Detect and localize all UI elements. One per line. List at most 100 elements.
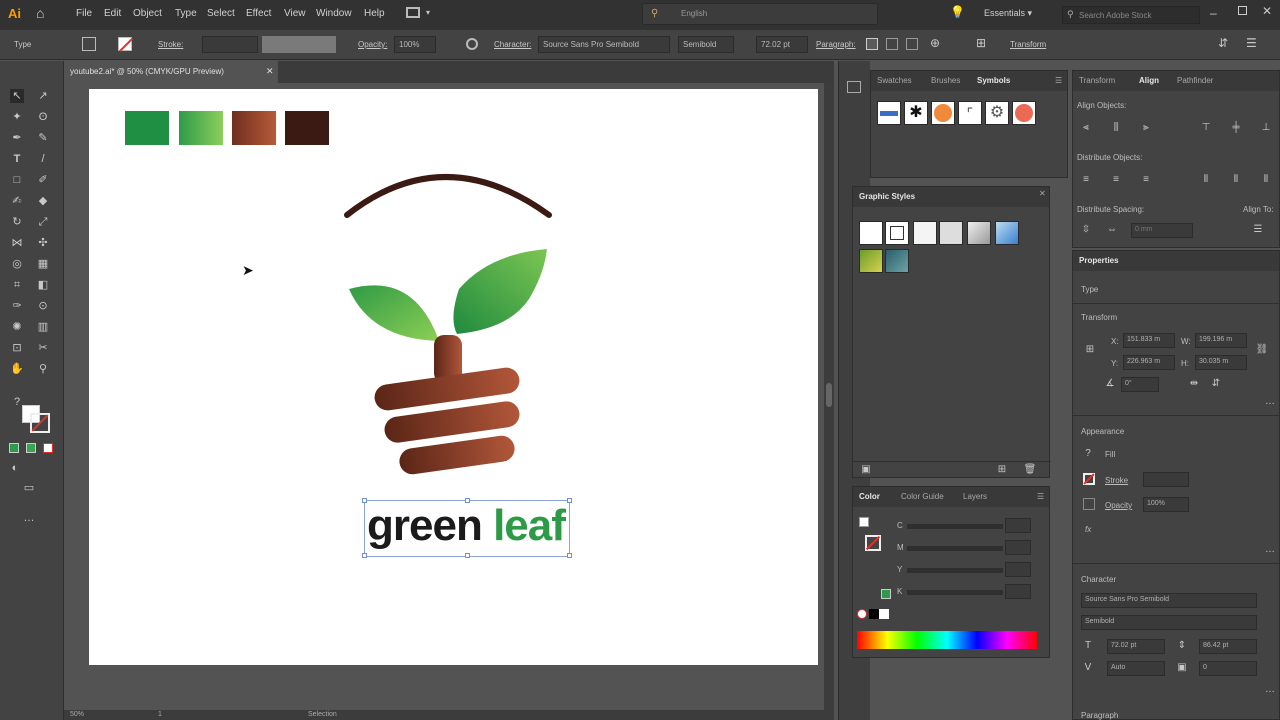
color-spectrum[interactable] bbox=[857, 631, 1037, 649]
blend-tool-icon[interactable]: ⊙ bbox=[36, 299, 50, 313]
selection-handle[interactable] bbox=[362, 553, 367, 558]
x-position-field[interactable]: 151.833 m bbox=[1123, 333, 1175, 348]
align-right-icon[interactable] bbox=[906, 38, 918, 50]
properties-font-size-field[interactable]: 72.02 pt bbox=[1107, 639, 1165, 654]
flip-vertical-icon[interactable]: ⇵ bbox=[1209, 377, 1223, 391]
distribute-top-icon[interactable]: ≡ bbox=[1079, 173, 1093, 187]
symbol-red-circle[interactable] bbox=[1012, 101, 1036, 125]
toolbar-stroke-swatch[interactable] bbox=[30, 413, 50, 433]
menu-type[interactable]: Type bbox=[175, 8, 197, 19]
menu-object[interactable]: Object bbox=[133, 8, 162, 19]
channel-k-field[interactable] bbox=[1005, 584, 1031, 599]
document-tab[interactable]: youtube2.ai* @ 50% (CMYK/GPU Preview) ✕ bbox=[64, 61, 278, 83]
more-tools-icon[interactable]: … bbox=[22, 511, 36, 525]
align-bottom-edge-icon[interactable]: ⊥ bbox=[1259, 121, 1273, 135]
maximize-icon[interactable] bbox=[1238, 6, 1247, 15]
align-horizontal-center-icon[interactable]: ⫼ bbox=[1109, 121, 1123, 135]
rotate-tool-icon[interactable]: ↻ bbox=[10, 215, 24, 229]
properties-stroke-swatch[interactable] bbox=[1083, 473, 1095, 485]
channel-y-field[interactable] bbox=[1005, 562, 1031, 577]
opacity-label[interactable]: Opacity bbox=[1105, 501, 1132, 510]
properties-stroke-field[interactable] bbox=[1143, 472, 1189, 487]
graphic-style-white[interactable] bbox=[913, 221, 937, 245]
align-to-icon[interactable]: ⊞ bbox=[976, 36, 986, 50]
properties-font-family-select[interactable]: Source Sans Pro Semibold bbox=[1081, 593, 1257, 608]
stroke-label[interactable]: Stroke bbox=[1105, 476, 1128, 485]
more-options-icon[interactable]: … bbox=[1263, 543, 1277, 557]
mesh-tool-icon[interactable]: ⌗ bbox=[10, 278, 24, 292]
type-tool-icon[interactable]: T bbox=[10, 152, 24, 166]
scale-tool-icon[interactable]: ⤢ bbox=[36, 215, 50, 229]
channel-k-slider[interactable] bbox=[907, 590, 1003, 595]
menu-view[interactable]: View bbox=[284, 8, 306, 19]
artboard-swatch-green-gradient[interactable] bbox=[179, 111, 223, 145]
tab-transform[interactable]: Transform bbox=[1079, 76, 1115, 85]
globe-icon[interactable]: ⊕ bbox=[930, 36, 940, 50]
distribute-vertical-center-icon[interactable]: ≡ bbox=[1109, 173, 1123, 187]
effects-label[interactable]: fx bbox=[1085, 525, 1091, 534]
channel-m-field[interactable] bbox=[1005, 540, 1031, 555]
stroke-swatch[interactable] bbox=[118, 37, 134, 53]
selection-handle[interactable] bbox=[465, 553, 470, 558]
graphic-style-gray[interactable] bbox=[967, 221, 991, 245]
symbol-orange-circle[interactable] bbox=[931, 101, 955, 125]
screen-mode-icon[interactable]: ▭ bbox=[22, 481, 36, 495]
align-center-icon[interactable] bbox=[886, 38, 898, 50]
home-icon[interactable]: ⌂ bbox=[36, 5, 44, 21]
minimize-icon[interactable]: – bbox=[1210, 6, 1217, 20]
logo-wordmark[interactable]: green leaf bbox=[367, 503, 566, 549]
width-tool-icon[interactable]: ⋈ bbox=[10, 236, 24, 250]
fill-swatch[interactable] bbox=[82, 37, 96, 51]
vertical-distribute-space-icon[interactable]: ⇳ bbox=[1079, 223, 1093, 237]
tab-symbols[interactable]: Symbols bbox=[977, 76, 1010, 85]
hand-tool-icon[interactable]: ✋ bbox=[10, 362, 24, 376]
properties-font-style-select[interactable]: Semibold bbox=[1081, 615, 1257, 630]
eyedropper-icon[interactable]: ✑ bbox=[10, 299, 24, 313]
new-style-icon[interactable]: ⊞ bbox=[995, 463, 1009, 477]
selection-handle[interactable] bbox=[567, 553, 572, 558]
distribute-horizontal-center-icon[interactable]: ⦀ bbox=[1229, 173, 1243, 187]
channel-m-slider[interactable] bbox=[907, 546, 1003, 551]
panel-menu-icon[interactable]: ☰ bbox=[1055, 76, 1062, 85]
close-icon[interactable]: ✕ bbox=[1039, 189, 1046, 198]
color-mode-icon[interactable] bbox=[9, 443, 19, 453]
properties-tracking-field[interactable]: 0 bbox=[1199, 661, 1257, 676]
close-icon[interactable]: ✕ bbox=[266, 66, 274, 77]
distribute-right-icon[interactable]: ⦀ bbox=[1259, 173, 1273, 187]
perspective-grid-icon[interactable]: ▦ bbox=[36, 257, 50, 271]
rotation-field[interactable]: 0° bbox=[1121, 377, 1159, 392]
tab-pathfinder[interactable]: Pathfinder bbox=[1177, 76, 1213, 85]
symbol-blue-bar[interactable] bbox=[877, 101, 901, 125]
properties-kerning-field[interactable]: Auto bbox=[1107, 661, 1165, 676]
menu-file[interactable]: File bbox=[76, 8, 92, 19]
horizontal-distribute-space-icon[interactable]: ⇔ bbox=[1105, 223, 1119, 237]
panel-toggle-icon[interactable] bbox=[847, 81, 861, 93]
workspace-switcher[interactable]: Essentials ▾ bbox=[984, 8, 1032, 19]
flip-icon[interactable]: ⇵ bbox=[1218, 36, 1228, 50]
library-icon[interactable]: ▣ bbox=[859, 463, 873, 477]
stock-search-input[interactable]: ⚲ Search Adobe Stock bbox=[1062, 6, 1200, 24]
direct-selection-tool-icon[interactable]: ↗ bbox=[36, 89, 50, 103]
graphic-style-green-texture[interactable] bbox=[859, 249, 883, 273]
tab-color[interactable]: Color bbox=[859, 492, 880, 501]
color-stroke-indicator[interactable] bbox=[865, 535, 881, 551]
properties-leading-field[interactable]: 86.42 pt bbox=[1199, 639, 1257, 654]
gradient-tool-icon[interactable]: ◧ bbox=[36, 278, 50, 292]
artboard-swatch-dark-brown[interactable] bbox=[285, 111, 329, 145]
panel-menu-icon[interactable]: ☰ bbox=[1246, 36, 1257, 50]
arrange-documents-icon[interactable] bbox=[406, 7, 420, 18]
channel-y-slider[interactable] bbox=[907, 568, 1003, 573]
symbol-splat[interactable]: ✱ bbox=[904, 101, 928, 125]
white-color-icon[interactable] bbox=[879, 609, 889, 619]
menu-edit[interactable]: Edit bbox=[104, 8, 121, 19]
opacity-checkbox[interactable] bbox=[1083, 498, 1095, 510]
pen-tool-icon[interactable]: ✒ bbox=[10, 131, 24, 145]
paintbrush-icon[interactable]: ✐ bbox=[36, 173, 50, 187]
magic-wand-icon[interactable]: ✦ bbox=[10, 110, 24, 124]
vertical-scrollbar[interactable] bbox=[824, 83, 834, 710]
channel-c-field[interactable] bbox=[1005, 518, 1031, 533]
graphic-style-blue[interactable] bbox=[995, 221, 1019, 245]
tab-swatches[interactable]: Swatches bbox=[877, 76, 912, 85]
artboard-swatch-dark-green[interactable] bbox=[125, 111, 169, 145]
distribute-bottom-icon[interactable]: ≡ bbox=[1139, 173, 1153, 187]
